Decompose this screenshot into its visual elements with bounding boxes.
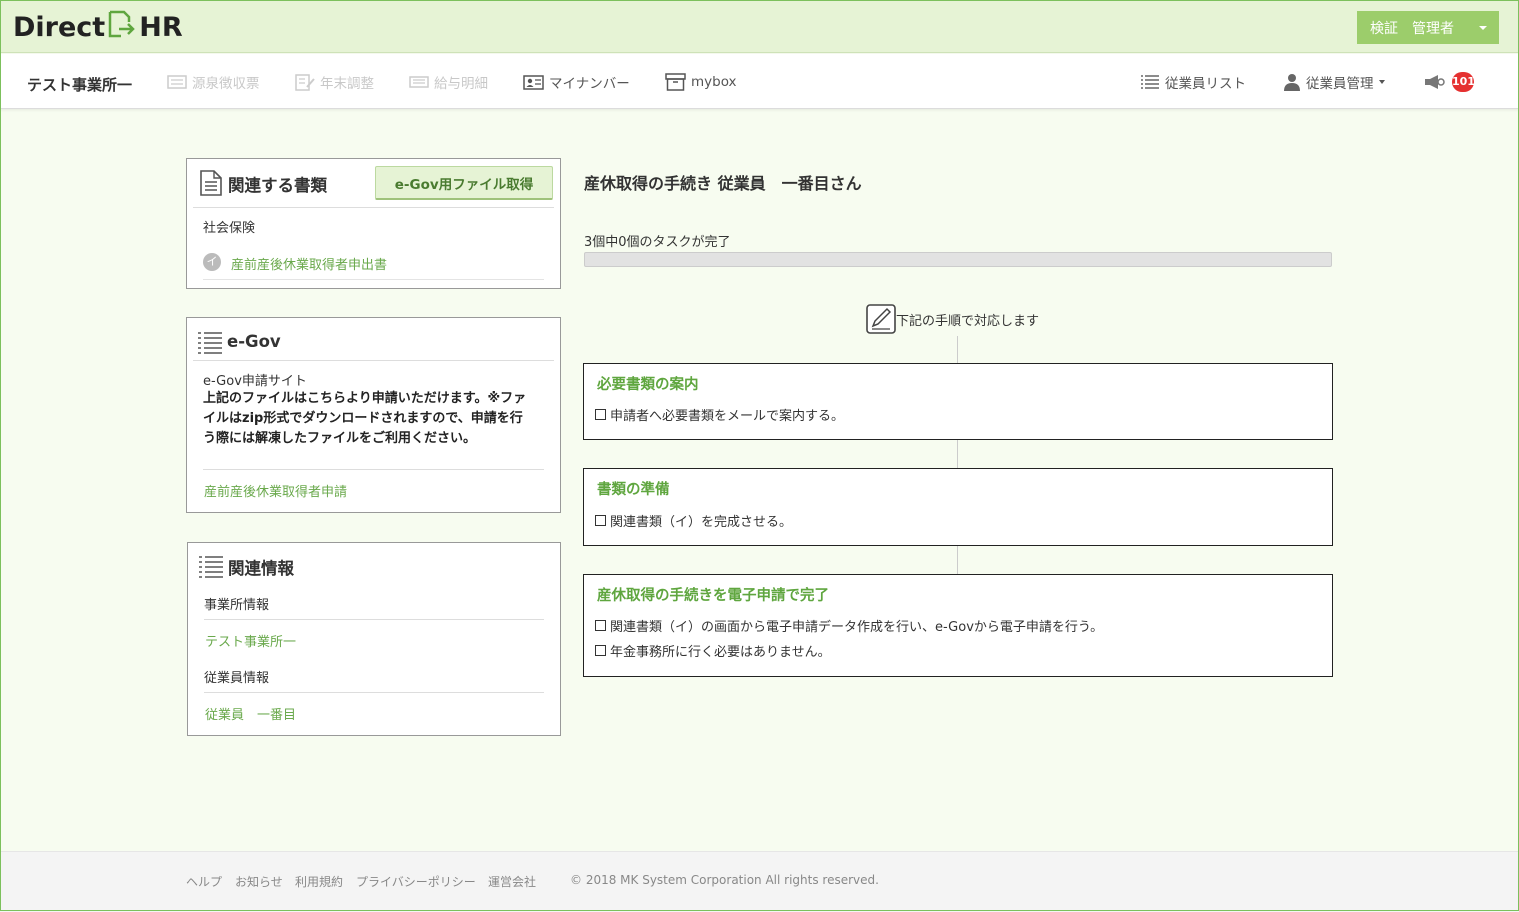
divider (203, 469, 544, 470)
office-link[interactable]: テスト事業所一 (205, 631, 296, 650)
task-title: 必要書類の案内 (597, 377, 699, 393)
egov-instructions: 上記のファイルはこちらより申請いただけます。※ファイルはzip形式でダウンロード… (203, 391, 527, 446)
task-checkbox[interactable] (595, 409, 606, 420)
footer-link-news[interactable]: お知らせ (235, 873, 283, 890)
caret-down-icon (1479, 26, 1487, 30)
task-item-label: 関連書類（イ）を完成させる。 (610, 515, 793, 530)
logo-document-arrow-icon (107, 9, 137, 46)
nav-item-employee-list[interactable]: 従業員リスト (1140, 73, 1246, 92)
box-icon (665, 73, 686, 91)
employee-info-label: 従業員情報 (204, 671, 270, 686)
nav-item-payslip[interactable]: 給与明細 (409, 73, 488, 92)
nav-item-label: 従業員リスト (1165, 76, 1246, 92)
pencil-note-icon (866, 304, 896, 334)
nav-item-label: 従業員管理 (1306, 76, 1374, 92)
logo-text-left: Direct (13, 12, 106, 43)
task-item[interactable]: 関連書類（イ）を完成させる。 (595, 511, 792, 530)
list-icon (1141, 75, 1159, 89)
nav-item-label: 源泉徴収票 (192, 76, 260, 92)
id-card-icon (523, 74, 544, 90)
user-icon (1284, 74, 1300, 91)
document-marker: イ (203, 253, 221, 271)
footer-link-privacy[interactable]: プライバシーポリシー (356, 873, 476, 890)
maternity-leave-application-link[interactable]: 産前産後休業取得者申出書 (231, 254, 387, 273)
nav-item-label: 給与明細 (434, 76, 488, 92)
step-hint-text: 下記の手順で対応します (896, 313, 1040, 329)
list-icon (198, 332, 222, 354)
nav-item-label: 年末調整 (320, 76, 374, 92)
copyright: © 2018 MK System Corporation All rights … (570, 873, 879, 887)
office-name[interactable]: テスト事業所一 (27, 74, 132, 95)
nav-item-label: マイナンバー (549, 76, 630, 92)
task-title: 産休取得の手続きを電子申請で完了 (597, 588, 829, 604)
task-item[interactable]: 関連書類（イ）の画面から電子申請データ作成を行い、e-Govから電子申請を行う。 (595, 616, 1103, 635)
egov-application-link[interactable]: 産前産後休業取得者申請 (204, 481, 347, 500)
task-item-label: 年金事務所に行く必要はありません。 (610, 645, 831, 660)
task-box-document-guide: 必要書類の案内 申請者へ必要書類をメールで案内する。 (583, 363, 1333, 440)
notification-count-badge[interactable]: 101 (1452, 72, 1475, 92)
task-title: 書類の準備 (597, 482, 670, 498)
task-checkbox[interactable] (595, 645, 606, 656)
divider (204, 619, 544, 620)
main-nav: テスト事業所一 源泉徴収票 年末調整 給与明細 マイナンバー mybox 従業員… (0, 54, 1519, 109)
task-checkbox[interactable] (595, 515, 606, 526)
payslip-icon (409, 76, 429, 88)
receipt-icon (167, 75, 187, 89)
task-item[interactable]: 申請者へ必要書類をメールで案内する。 (595, 405, 844, 424)
egov-panel-title: e-Gov (227, 332, 281, 351)
office-info-label: 事業所情報 (204, 598, 270, 613)
egov-site-label: e-Gov申請サイト (203, 374, 307, 389)
document-icon (200, 170, 222, 196)
logo[interactable]: Direct HR (13, 9, 183, 46)
divider (193, 360, 554, 361)
divider (203, 279, 544, 280)
megaphone-icon (1425, 75, 1445, 89)
nav-item-withholding[interactable]: 源泉徴収票 (167, 73, 260, 92)
footer-link-company[interactable]: 運営会社 (488, 873, 536, 890)
flow-connector (957, 440, 958, 468)
task-checkbox[interactable] (595, 620, 606, 631)
edit-document-icon (295, 73, 315, 91)
related-info-title: 関連情報 (228, 559, 294, 578)
footer: ヘルプ お知らせ 利用規約 プライバシーポリシー 運営会社 © 2018 MK … (0, 851, 1519, 912)
related-documents-title: 関連する書類 (228, 176, 327, 195)
caret-down-icon (1378, 80, 1385, 84)
egov-file-download-button[interactable]: e-Gov用ファイル取得 (375, 166, 553, 200)
task-item-label: 関連書類（イ）の画面から電子申請データ作成を行い、e-Govから電子申請を行う。 (610, 620, 1104, 635)
step-hint: 下記の手順で対応します (866, 304, 1039, 334)
footer-link-help[interactable]: ヘルプ (186, 873, 222, 890)
user-menu-button[interactable]: 検証 管理者 (1357, 11, 1499, 44)
list-icon (199, 556, 223, 578)
top-bar: Direct HR 検証 管理者 (0, 0, 1519, 53)
flow-connector (957, 546, 958, 574)
task-item[interactable]: 年金事務所に行く必要はありません。 (595, 641, 831, 660)
task-progress-bar (584, 252, 1332, 267)
nav-item-label: mybox (691, 74, 737, 90)
task-box-electronic-filing: 産休取得の手続きを電子申請で完了 関連書類（イ）の画面から電子申請データ作成を行… (583, 574, 1333, 677)
footer-link-terms[interactable]: 利用規約 (295, 873, 343, 890)
task-box-document-prep: 書類の準備 関連書類（イ）を完成させる。 (583, 468, 1333, 546)
category-label: 社会保険 (203, 221, 256, 236)
employee-link[interactable]: 従業員 一番目 (205, 704, 296, 723)
nav-item-mybox[interactable]: mybox (665, 73, 737, 91)
divider (204, 692, 544, 693)
user-menu-label: 検証 管理者 (1370, 20, 1454, 37)
divider (193, 207, 554, 208)
nav-item-my-number[interactable]: マイナンバー (523, 73, 630, 92)
flow-connector (957, 336, 958, 363)
page-title: 産休取得の手続き 従業員 一番目さん (584, 174, 862, 193)
task-progress-text: 3個中0個のタスクが完了 (584, 235, 731, 250)
nav-item-year-end[interactable]: 年末調整 (295, 73, 374, 92)
logo-text-right: HR (139, 12, 183, 43)
notification-button[interactable] (1424, 73, 1451, 91)
nav-item-employee-management[interactable]: 従業員管理 (1283, 73, 1385, 92)
task-item-label: 申請者へ必要書類をメールで案内する。 (610, 409, 845, 424)
